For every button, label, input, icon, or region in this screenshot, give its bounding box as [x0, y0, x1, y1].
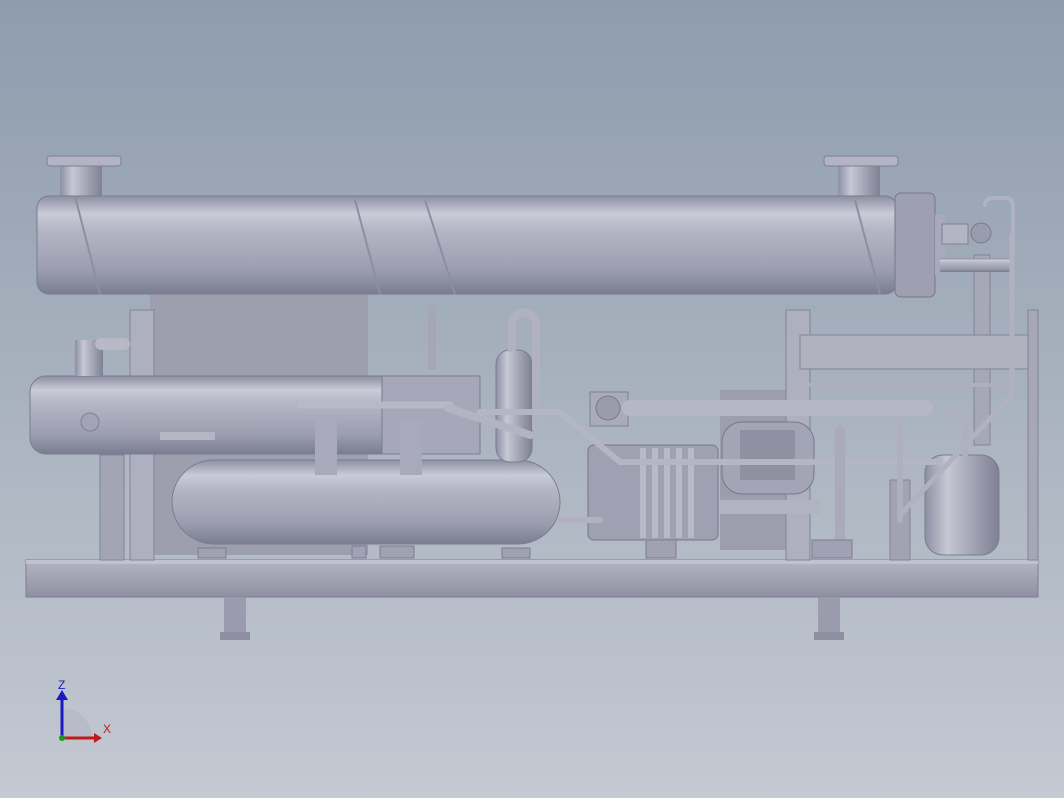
cad-3d-viewport[interactable]: Z X	[0, 0, 1064, 798]
refrigeration-unit-model[interactable]	[0, 0, 1064, 798]
suction-accumulator	[924, 454, 1000, 556]
condenser-shell	[36, 155, 1010, 298]
base-frame	[25, 559, 1039, 640]
axis-triad	[56, 690, 102, 743]
oil-separator	[495, 308, 540, 463]
axis-z-label: Z	[58, 678, 66, 692]
axis-x-label: X	[103, 722, 112, 736]
